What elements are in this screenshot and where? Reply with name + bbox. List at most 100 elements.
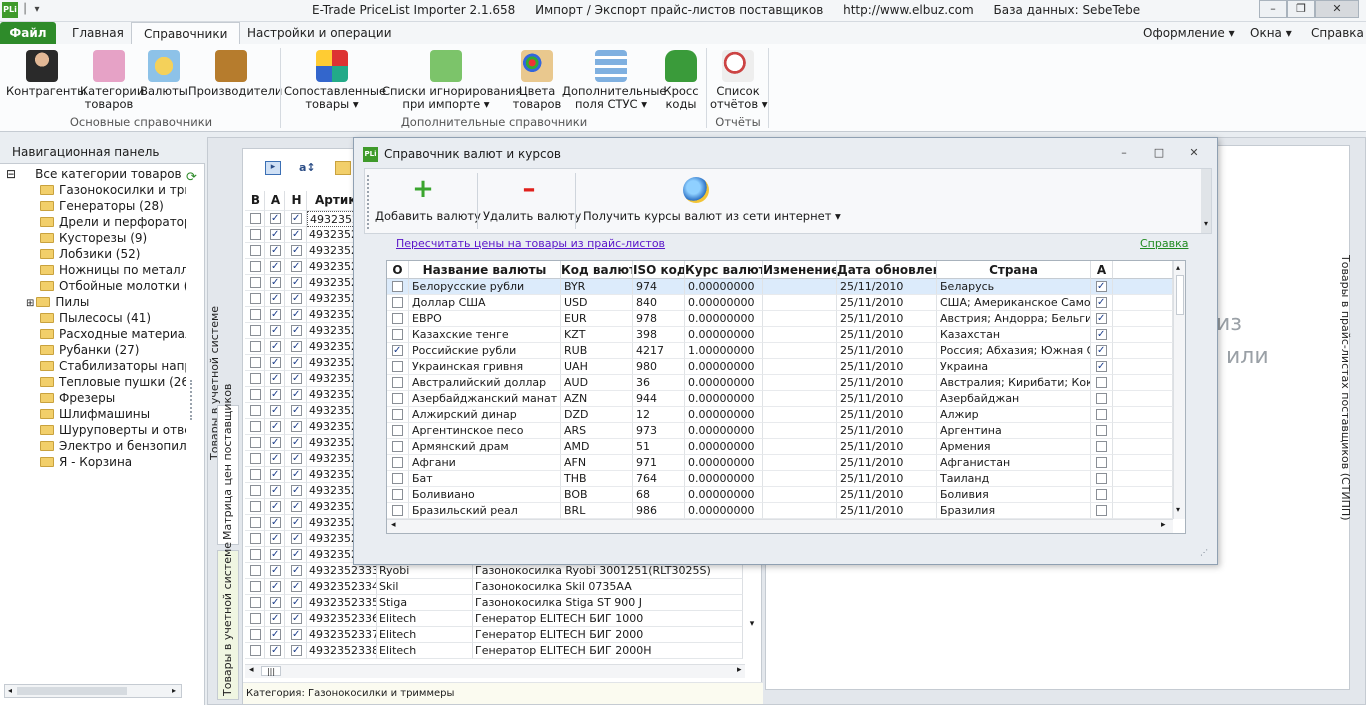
tree-root[interactable]: ⊟ Все категории товаров xyxy=(6,166,182,182)
add-currency-button[interactable]: + Добавить валюту xyxy=(375,176,481,223)
cell-n[interactable] xyxy=(285,339,307,355)
cell-n[interactable] xyxy=(285,547,307,563)
col-header-a[interactable]: А xyxy=(265,191,285,211)
checkbox[interactable] xyxy=(291,403,302,418)
checkbox[interactable] xyxy=(270,483,281,498)
cell-a-checkbox[interactable] xyxy=(1091,279,1113,295)
checkbox[interactable] xyxy=(291,563,302,578)
checkbox[interactable] xyxy=(270,355,281,370)
col-header-iso[interactable]: ISO код xyxy=(633,261,685,279)
col-header-a[interactable]: А xyxy=(1091,261,1113,279)
checkbox[interactable] xyxy=(1096,327,1107,342)
checkbox[interactable] xyxy=(250,565,261,576)
cell-o-checkbox[interactable] xyxy=(387,343,409,359)
checkbox[interactable] xyxy=(291,483,302,498)
cell-v[interactable] xyxy=(245,355,265,371)
checkbox[interactable] xyxy=(270,499,281,514)
scroll-down-icon[interactable]: ▾ xyxy=(745,619,759,659)
quick-access-dropdown-icon[interactable]: ▾ xyxy=(32,2,42,18)
checkbox[interactable] xyxy=(270,323,281,338)
tab-account-system[interactable]: Товары в учетной системе xyxy=(221,542,234,696)
help-menu[interactable]: Справка ▾ xyxy=(1311,26,1366,40)
checkbox[interactable] xyxy=(291,467,302,482)
checkbox[interactable] xyxy=(1096,505,1107,516)
cell-v[interactable] xyxy=(245,547,265,563)
scroll-down-icon[interactable]: ▾ xyxy=(1176,505,1180,514)
col-header-date[interactable]: Дата обновлени xyxy=(837,261,937,279)
checkbox[interactable] xyxy=(291,259,302,274)
tab-settings[interactable]: Настройки и операции xyxy=(235,22,404,44)
tree-item[interactable]: Фрезеры xyxy=(40,390,115,406)
checkbox[interactable] xyxy=(270,259,281,274)
categories-button[interactable]: Категории товаров xyxy=(80,50,144,111)
currency-row[interactable]: Бат THB 764 0.00000000 25/11/2010 Таиланд xyxy=(387,471,1173,487)
tab-file[interactable]: Файл xyxy=(0,22,56,44)
cell-o-checkbox[interactable] xyxy=(387,311,409,327)
cell-o-checkbox[interactable] xyxy=(387,455,409,471)
checkbox[interactable] xyxy=(250,421,261,432)
cell-a[interactable] xyxy=(265,307,285,323)
tree-item[interactable]: Генераторы (28) xyxy=(40,198,164,214)
maximize-button[interactable]: ❐ xyxy=(1287,0,1315,18)
checkbox[interactable] xyxy=(1096,425,1107,436)
cell-v[interactable] xyxy=(245,307,265,323)
checkbox[interactable] xyxy=(250,293,261,304)
cell-n[interactable] xyxy=(285,451,307,467)
cell-v[interactable] xyxy=(245,371,265,387)
cell-n[interactable] xyxy=(285,355,307,371)
cell-v[interactable] xyxy=(245,643,265,659)
checkbox[interactable] xyxy=(291,323,302,338)
checkbox[interactable] xyxy=(270,275,281,290)
cell-n[interactable] xyxy=(285,435,307,451)
cell-v[interactable] xyxy=(245,451,265,467)
cell-a[interactable] xyxy=(265,227,285,243)
cell-n[interactable] xyxy=(285,259,307,275)
export-icon[interactable]: ▸ xyxy=(265,161,281,175)
checkbox[interactable] xyxy=(250,549,261,560)
checkbox[interactable] xyxy=(291,643,302,658)
cell-a[interactable] xyxy=(265,563,285,579)
cell-n[interactable] xyxy=(285,243,307,259)
cell-a[interactable] xyxy=(265,515,285,531)
cell-n[interactable] xyxy=(285,499,307,515)
checkbox[interactable] xyxy=(392,343,403,358)
cell-o-checkbox[interactable] xyxy=(387,423,409,439)
cell-o-checkbox[interactable] xyxy=(387,439,409,455)
help-link[interactable]: Справка xyxy=(1140,237,1188,250)
cell-a[interactable] xyxy=(265,643,285,659)
col-header-name[interactable]: Название валюты xyxy=(409,261,561,279)
col-header-change[interactable]: Изменение xyxy=(763,261,837,279)
checkbox[interactable] xyxy=(250,581,261,592)
currency-row[interactable]: Казахские тенге KZT 398 0.00000000 25/11/201… xyxy=(387,327,1173,343)
checkbox[interactable] xyxy=(250,533,261,544)
currencies-button[interactable]: Валюты xyxy=(140,50,188,98)
checkbox[interactable] xyxy=(291,419,302,434)
cell-n[interactable] xyxy=(285,419,307,435)
currency-row[interactable]: Боливиано BOB 68 0.00000000 25/11/2010 Боливи… xyxy=(387,487,1173,503)
resize-grip-icon[interactable]: ⋰ xyxy=(1200,548,1208,557)
currency-row[interactable]: Бразильский реал BRL 986 0.00000000 25/11/20… xyxy=(387,503,1173,519)
cell-a[interactable] xyxy=(265,451,285,467)
checkbox[interactable] xyxy=(250,325,261,336)
cell-o-checkbox[interactable] xyxy=(387,327,409,343)
checkbox[interactable] xyxy=(291,371,302,386)
cell-v[interactable] xyxy=(245,419,265,435)
cross-codes-button[interactable]: Кросс коды xyxy=(660,50,702,111)
toolbar-overflow-icon[interactable]: ▾ xyxy=(1201,169,1211,233)
cell-o-checkbox[interactable] xyxy=(387,407,409,423)
cell-a[interactable] xyxy=(265,371,285,387)
checkbox[interactable] xyxy=(250,645,261,656)
checkbox[interactable] xyxy=(270,387,281,402)
checkbox[interactable] xyxy=(250,357,261,368)
design-menu[interactable]: Оформление ▾ xyxy=(1143,26,1235,40)
cell-o-checkbox[interactable] xyxy=(387,503,409,519)
cell-a-checkbox[interactable] xyxy=(1091,375,1113,391)
ignore-lists-button[interactable]: Списки игнорирования при импорте ▾ xyxy=(382,50,522,111)
currency-row[interactable]: Украинская гривня UAH 980 0.00000000 25/11/2… xyxy=(387,359,1173,375)
cell-n[interactable] xyxy=(285,531,307,547)
checkbox[interactable] xyxy=(250,629,261,640)
tree-item[interactable]: Ножницы по металлу xyxy=(40,262,186,278)
cell-a-checkbox[interactable] xyxy=(1091,311,1113,327)
checkbox[interactable] xyxy=(1096,377,1107,388)
scroll-left-icon[interactable]: ◂ xyxy=(391,520,396,530)
